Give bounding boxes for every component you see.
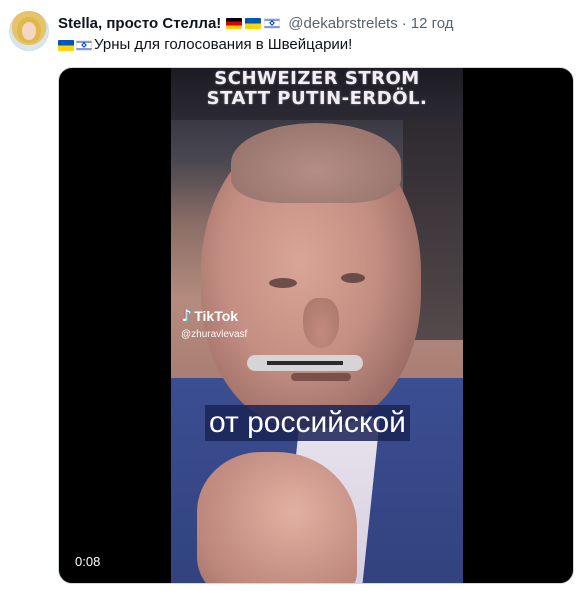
banner-line-2: STATT PUTIN-ERDÖL.: [206, 88, 428, 109]
tweet-header: Stella, просто Стелла! @dekabrstrelets ·…: [58, 12, 454, 34]
video-caption: от российской: [205, 405, 410, 441]
censor-bar: [247, 355, 363, 371]
ukraine-flag-icon: [245, 17, 262, 29]
israel-flag-icon: [264, 17, 281, 29]
hair: [231, 123, 401, 203]
tweet[interactable]: Stella, просто Стелла! @dekabrstrelets ·…: [0, 0, 581, 591]
avatar-face: [22, 22, 36, 40]
video-duration: 0:08: [72, 553, 104, 570]
tiktok-note-icon: ♪: [181, 306, 192, 325]
video-player[interactable]: SCHWEIZER STROM STATT PUTIN-ERDÖL. ♪ Tik…: [58, 67, 574, 584]
tweet-text-body: Урны для голосования в Швейцарии!: [94, 36, 353, 53]
israel-flag-icon: [76, 39, 92, 51]
timestamp[interactable]: 12 год: [411, 15, 454, 32]
tiktok-label: TikTok: [194, 307, 239, 324]
user-handle[interactable]: @dekabrstrelets: [288, 15, 397, 32]
right-eye: [341, 273, 365, 283]
tiktok-logo: ♪ TikTok: [181, 306, 247, 325]
mouth: [291, 373, 351, 381]
tiktok-username: @zhuravlevasf: [181, 329, 248, 340]
banner: SCHWEIZER STROM STATT PUTIN-ERDÖL.: [171, 68, 463, 120]
display-name[interactable]: Stella, просто Стелла!: [58, 15, 221, 32]
tiktok-watermark: ♪ TikTok @zhuravlevasf: [181, 306, 247, 340]
banner-line-1: SCHWEIZER STROM: [214, 68, 420, 89]
left-eye: [269, 278, 297, 288]
tweet-text: Урны для голосования в Швейцарии!: [58, 35, 352, 55]
avatar[interactable]: [9, 11, 49, 51]
nose: [303, 298, 339, 348]
germany-flag-icon: [226, 17, 243, 29]
censor-line: [267, 361, 343, 365]
video-frame[interactable]: SCHWEIZER STROM STATT PUTIN-ERDÖL. ♪ Tik…: [171, 68, 463, 583]
separator-dot: ·: [401, 14, 407, 32]
ukraine-flag-icon: [58, 39, 74, 51]
